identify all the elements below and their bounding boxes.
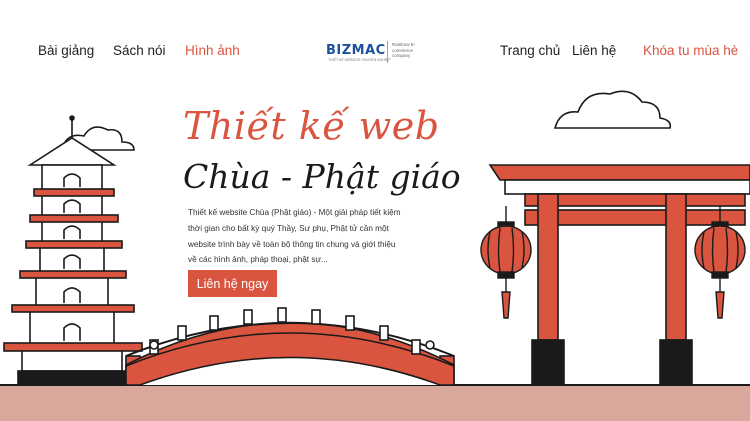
lantern-icon (480, 206, 532, 319)
cloud-icon (553, 90, 672, 129)
ground-band (0, 385, 750, 421)
hero-title-line-2: Chùa - Phật giáo (183, 157, 461, 196)
contact-now-button[interactable]: Liên hệ ngay (188, 270, 277, 297)
bridge-illustration (125, 307, 455, 386)
hero-title-line-1: Thiết kế web (183, 104, 440, 148)
torii-gate-illustration (488, 164, 750, 386)
pagoda-illustration (3, 115, 143, 386)
hero-description: Thiết kế website Chùa (Phật giáo) - Một … (188, 208, 401, 265)
